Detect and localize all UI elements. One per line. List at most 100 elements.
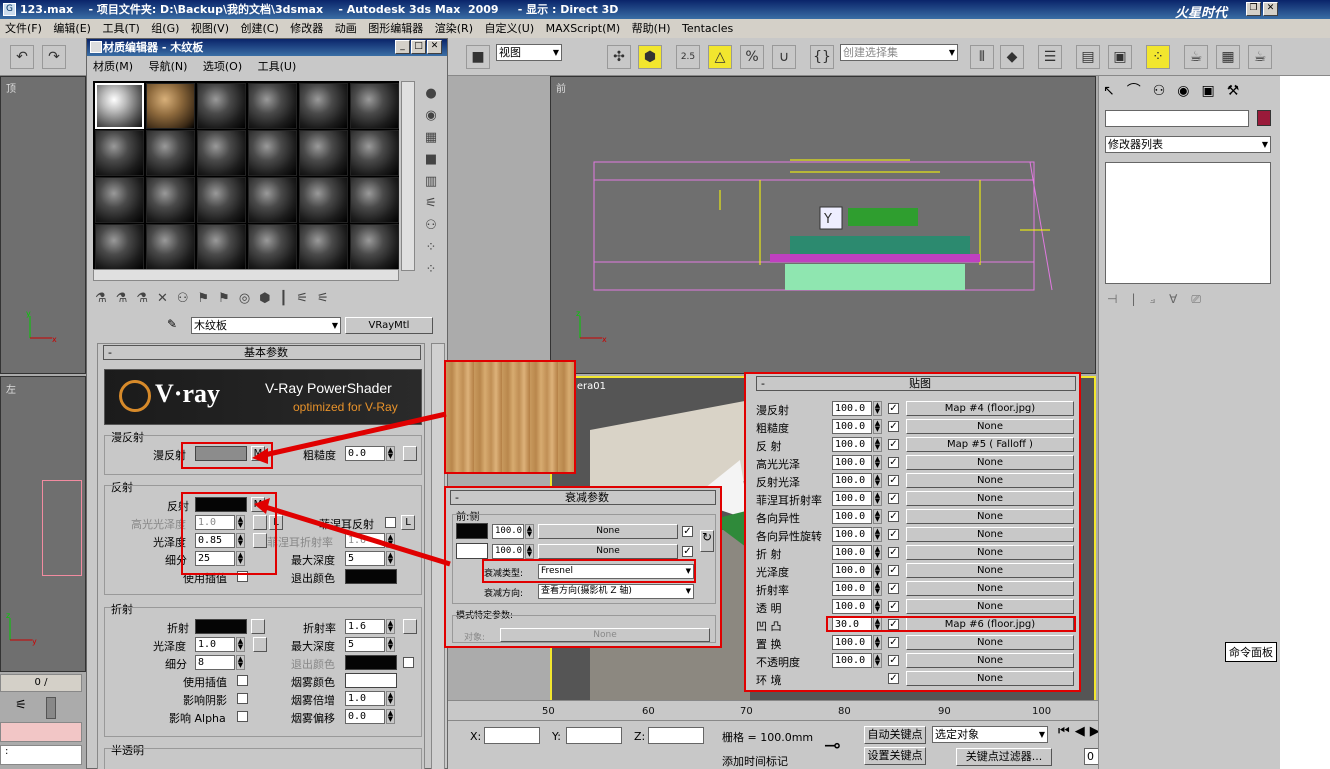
- map-row-amount[interactable]: 100.0: [832, 581, 872, 596]
- add-time-tag[interactable]: 添加时间标记: [722, 753, 788, 769]
- map-row-spinner[interactable]: ▲ ▼: [873, 401, 882, 416]
- select-region-icon[interactable]: ■: [466, 45, 490, 69]
- refr-exit-swatch[interactable]: [345, 655, 397, 670]
- map-row-checkbox[interactable]: ✓: [888, 655, 899, 666]
- map-row-amount[interactable]: 100.0: [832, 635, 872, 650]
- sample-slot-18[interactable]: [350, 177, 399, 223]
- sample-slot-16[interactable]: [248, 177, 297, 223]
- map-row-map-button[interactable]: None: [906, 671, 1074, 686]
- align-icon[interactable]: ◆: [1000, 45, 1024, 69]
- refr-gloss-map-button[interactable]: [253, 637, 267, 652]
- sample-slot-24[interactable]: [350, 224, 399, 270]
- maps-header[interactable]: - 贴图: [756, 376, 1076, 391]
- sample-slot-1[interactable]: [95, 83, 144, 129]
- auto-key-button[interactable]: 自动关键点: [864, 726, 926, 744]
- map-row-amount[interactable]: 100.0: [832, 401, 872, 416]
- track-bar[interactable]: [46, 697, 56, 719]
- object-color-swatch[interactable]: [1257, 110, 1271, 126]
- key-mode-select[interactable]: 选定对象 ▼: [932, 726, 1048, 743]
- refract-color-swatch[interactable]: [195, 619, 247, 634]
- map-row-amount[interactable]: 100.0: [832, 599, 872, 614]
- sample-slot-2[interactable]: [146, 83, 195, 129]
- exit-color-swatch[interactable]: [345, 569, 397, 584]
- menu-edit[interactable]: 编辑(E): [53, 22, 91, 35]
- map-row-spinner[interactable]: ▲ ▼: [873, 491, 882, 506]
- menu-graph-editors[interactable]: 图形编辑器: [368, 22, 423, 35]
- sample-slot-7[interactable]: [95, 130, 144, 176]
- maxscript-input[interactable]: :: [0, 745, 82, 765]
- menu-tentacles[interactable]: Tentacles: [682, 22, 733, 35]
- falloff-front-value[interactable]: 100.0: [492, 524, 524, 539]
- menu-views[interactable]: 视图(V): [191, 22, 229, 35]
- falloff-dir-select[interactable]: 查看方向(摄影机 Z 轴) ▼: [538, 584, 694, 599]
- z-coord-field[interactable]: [648, 727, 704, 744]
- sample-slot-13[interactable]: [95, 177, 144, 223]
- frame-slider[interactable]: 0 /: [0, 674, 82, 692]
- maxscript-listener[interactable]: [0, 722, 82, 742]
- map-row-spinner[interactable]: ▲ ▼: [873, 527, 882, 542]
- sample-slot-21[interactable]: [197, 224, 246, 270]
- redo-icon[interactable]: ↷: [42, 45, 66, 69]
- sample-slot-22[interactable]: [248, 224, 297, 270]
- map-row-checkbox[interactable]: ✓: [888, 673, 899, 684]
- map-row-checkbox[interactable]: ✓: [888, 601, 899, 612]
- sample-slot-4[interactable]: [248, 83, 297, 129]
- map-row-map-button[interactable]: None: [906, 491, 1074, 506]
- map-row-checkbox[interactable]: ✓: [888, 421, 899, 432]
- map-row-map-button[interactable]: None: [906, 527, 1074, 542]
- sample-slot-17[interactable]: [299, 177, 348, 223]
- map-row-spinner[interactable]: ▲ ▼: [873, 581, 882, 596]
- falloff-front-map[interactable]: None: [538, 524, 678, 539]
- map-row-checkbox[interactable]: ✓: [888, 529, 899, 540]
- map-row-checkbox[interactable]: ✓: [888, 493, 899, 504]
- named-selection-set[interactable]: 创建选择集 ▼: [840, 44, 958, 61]
- select-manipulate-icon[interactable]: ⬢: [638, 45, 662, 69]
- map-row-spinner[interactable]: ▲ ▼: [873, 545, 882, 560]
- falloff-side-swatch[interactable]: [456, 543, 488, 559]
- sample-slot-5[interactable]: [299, 83, 348, 129]
- menu-modifiers[interactable]: 修改器: [290, 22, 323, 35]
- modifier-stack[interactable]: [1105, 162, 1271, 284]
- mat-minimize-button[interactable]: _: [395, 40, 410, 54]
- map-row-amount[interactable]: 100.0: [832, 491, 872, 506]
- refr-subdivs-field[interactable]: 8: [195, 655, 235, 670]
- refr-gloss-field[interactable]: 1.0: [195, 637, 235, 652]
- map-row-map-button[interactable]: None: [906, 473, 1074, 488]
- falloff-swap-button[interactable]: ↻: [700, 530, 714, 552]
- map-row-map-button[interactable]: None: [906, 563, 1074, 578]
- map-row-spinner[interactable]: ▲ ▼: [873, 653, 882, 668]
- sample-slot-12[interactable]: [350, 130, 399, 176]
- falloff-header[interactable]: - 衰减参数: [450, 490, 716, 505]
- map-row-checkbox[interactable]: ✓: [888, 511, 899, 522]
- affect-shadows-checkbox[interactable]: [237, 693, 248, 704]
- mat-menu-material[interactable]: 材质(M): [93, 60, 133, 73]
- sample-slot-9[interactable]: [197, 130, 246, 176]
- map-row-checkbox[interactable]: ✓: [888, 439, 899, 450]
- map-row-amount[interactable]: 100.0: [832, 437, 872, 452]
- falloff-side-map[interactable]: None: [538, 544, 678, 559]
- sample-slot-6[interactable]: [350, 83, 399, 129]
- map-row-amount[interactable]: 100.0: [832, 563, 872, 578]
- map-row-spinner[interactable]: ▲ ▼: [873, 635, 882, 650]
- map-row-map-button[interactable]: None: [906, 653, 1074, 668]
- bottom-tools[interactable]: ⚗⚗⚗✕⚇⚑⚑◎⬢┃⚟⚟: [95, 291, 435, 311]
- undo-icon[interactable]: ↶: [10, 45, 34, 69]
- fog-mult-field[interactable]: 1.0: [345, 691, 385, 706]
- slots-hscroll[interactable]: [93, 269, 399, 281]
- sample-slot-23[interactable]: [299, 224, 348, 270]
- mat-menu-options[interactable]: 选项(O): [203, 60, 242, 73]
- view-select[interactable]: 视图 ▼: [496, 44, 562, 61]
- map-row-spinner[interactable]: ▲ ▼: [873, 437, 882, 452]
- affect-alpha-checkbox[interactable]: [237, 711, 248, 722]
- map-row-map-button[interactable]: None: [906, 599, 1074, 614]
- sample-slot-20[interactable]: [146, 224, 195, 270]
- slots-vscroll[interactable]: [401, 81, 415, 271]
- snap-toggle-icon[interactable]: 2.5: [676, 45, 700, 69]
- falloff-front-swatch[interactable]: [456, 523, 488, 539]
- material-name-field[interactable]: 木纹板 ▼: [191, 317, 341, 334]
- falloff-side-spinner[interactable]: ▲ ▼: [525, 544, 534, 559]
- sample-slot-19[interactable]: [95, 224, 144, 270]
- mat-close-button[interactable]: ✕: [427, 40, 442, 54]
- falloff-side-value[interactable]: 100.0: [492, 544, 524, 559]
- menu-create[interactable]: 创建(C): [241, 22, 279, 35]
